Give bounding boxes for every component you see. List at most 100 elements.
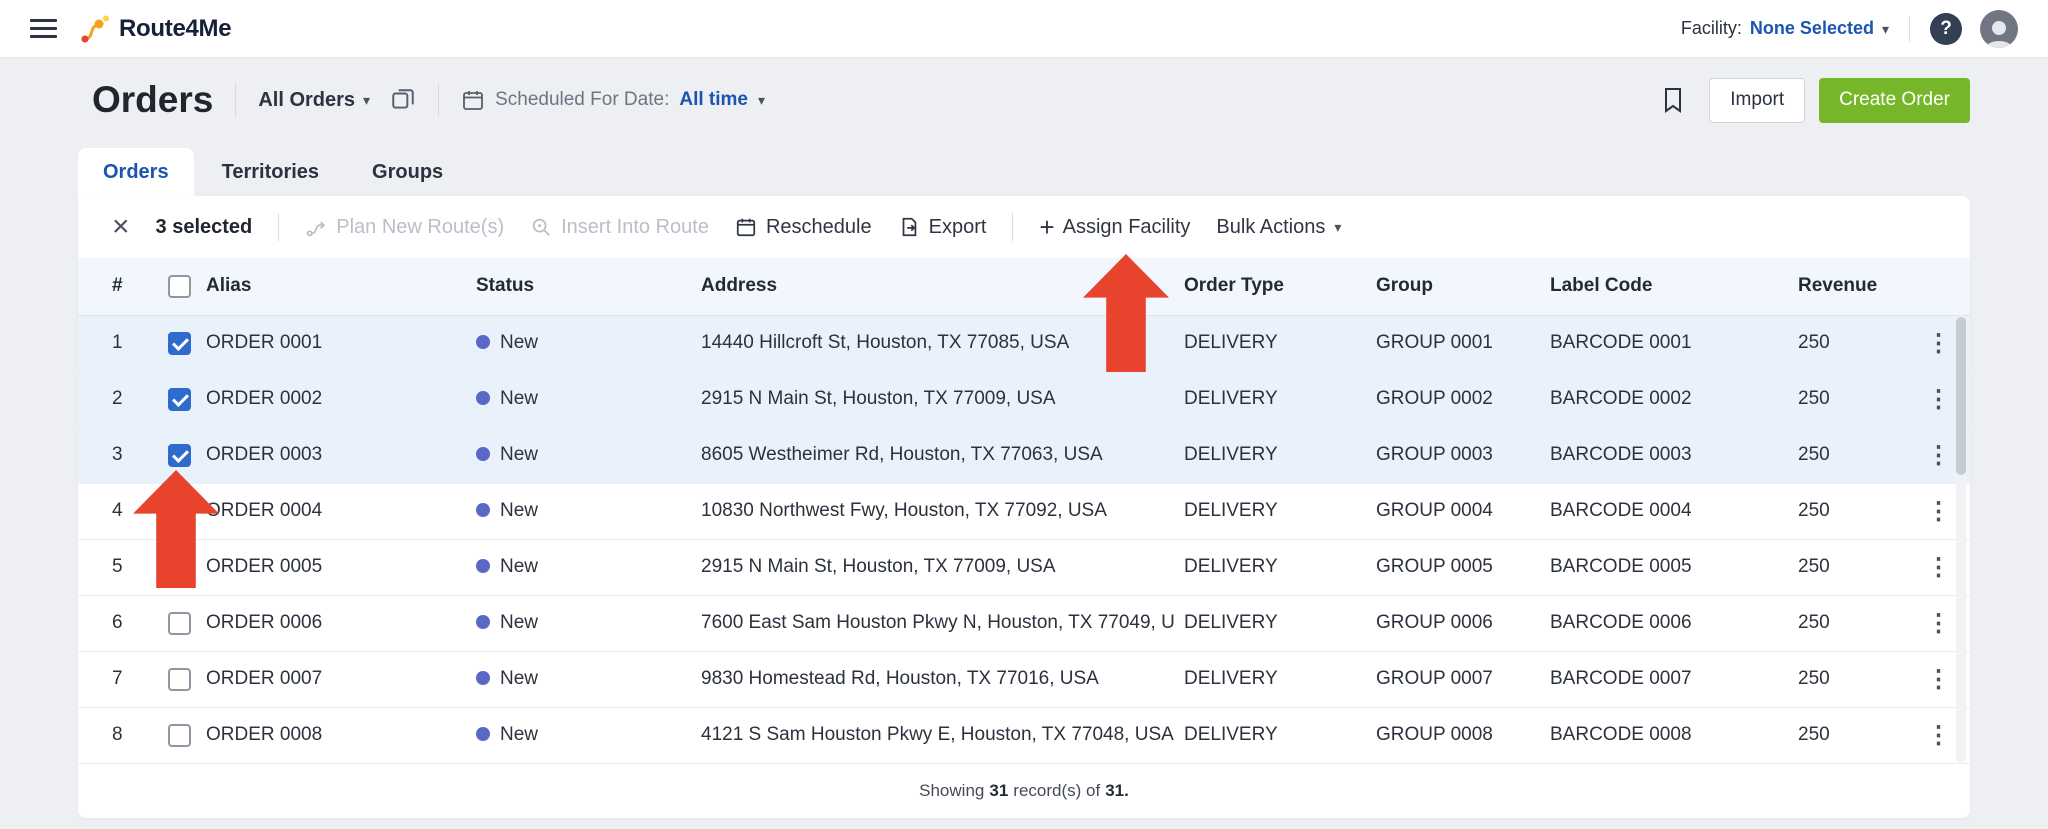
row-checkbox[interactable] <box>167 667 191 691</box>
reschedule-button[interactable]: Reschedule <box>735 216 872 239</box>
order-type-cell: DELIVERY <box>1184 724 1278 745</box>
table-row[interactable]: 3 ORDER 0003 New 8605 Westheimer Rd, Housto… <box>78 427 1970 483</box>
topbar-divider <box>1909 15 1910 42</box>
status-cell: New <box>468 651 693 707</box>
scheduled-date-label: Scheduled For Date: <box>495 89 670 110</box>
row-checkbox[interactable] <box>167 723 191 747</box>
col-address: Address <box>693 258 1176 316</box>
brand-logo[interactable]: Route4Me <box>79 13 232 45</box>
menu-icon[interactable] <box>30 19 57 38</box>
status-cell: New <box>468 315 693 371</box>
label-code-cell: BARCODE 0003 <box>1550 444 1692 465</box>
status-cell: New <box>468 595 693 651</box>
group-cell: GROUP 0008 <box>1376 724 1493 745</box>
route-icon <box>306 221 326 237</box>
page-title: Orders <box>92 79 214 120</box>
group-cell: GROUP 0007 <box>1376 668 1493 689</box>
export-button[interactable]: Export <box>898 216 986 239</box>
create-order-button[interactable]: Create Order <box>1819 77 1970 123</box>
row-number: 7 <box>112 668 123 689</box>
orders-table: # Alias Status Address Order Type Group … <box>78 258 1970 764</box>
facility-selector[interactable]: Facility: None Selected ▾ <box>1681 18 1889 39</box>
label-code-cell: BARCODE 0002 <box>1550 388 1692 409</box>
col-label-code: Label Code <box>1542 258 1790 316</box>
facility-label: Facility: <box>1680 18 1742 38</box>
group-cell: GROUP 0004 <box>1376 500 1493 521</box>
row-checkbox[interactable] <box>167 611 191 635</box>
col-group: Group <box>1368 258 1542 316</box>
table-row[interactable]: 4 ORDER 0004 New 10830 Northwest Fwy, Houst… <box>78 483 1970 539</box>
status-cell: New <box>468 371 693 427</box>
scrollbar-thumb[interactable] <box>1956 317 1966 475</box>
status-cell: New <box>468 539 693 595</box>
group-cell: GROUP 0006 <box>1376 612 1493 633</box>
columns-settings-icon[interactable] <box>390 87 416 113</box>
order-type-cell: DELIVERY <box>1184 612 1278 633</box>
table-row[interactable]: 5 ORDER 0005 New 2915 N Main St, Houston, T… <box>78 539 1970 595</box>
row-menu-icon[interactable]: ⋮ <box>1927 610 1952 637</box>
row-number: 8 <box>112 724 123 745</box>
table-row[interactable]: 2 ORDER 0002 New 2915 N Main St, Houston, T… <box>78 371 1970 427</box>
group-cell: GROUP 0002 <box>1376 388 1493 409</box>
chevron-down-icon: ▾ <box>1334 219 1342 235</box>
scheduled-date-filter[interactable]: Scheduled For Date: All time ▾ <box>461 88 765 112</box>
avatar[interactable] <box>1980 9 2018 48</box>
row-menu-icon[interactable]: ⋮ <box>1927 386 1952 413</box>
alias-cell: ORDER 0002 <box>206 388 323 409</box>
row-menu-icon[interactable]: ⋮ <box>1927 554 1952 581</box>
tab-territories[interactable]: Territories <box>197 148 344 196</box>
chevron-down-icon: ▾ <box>757 92 765 108</box>
table-row[interactable]: 6 ORDER 0006 New 7600 East Sam Houston Pkwy… <box>78 595 1970 651</box>
col-revenue: Revenue <box>1790 258 1908 316</box>
insert-into-route-button[interactable]: Insert Into Route <box>530 216 709 239</box>
row-number: 1 <box>112 332 123 353</box>
revenue-cell: 250 <box>1798 668 1830 689</box>
table-row[interactable]: 7 ORDER 0007 New 9830 Homestead Rd, Houston… <box>78 651 1970 707</box>
label-code-cell: BARCODE 0007 <box>1550 668 1692 689</box>
col-number: # <box>78 258 160 316</box>
chevron-down-icon: ▾ <box>1881 20 1889 37</box>
revenue-cell: 250 <box>1798 612 1830 633</box>
row-menu-icon[interactable]: ⋮ <box>1927 666 1952 693</box>
row-checkbox[interactable] <box>167 387 191 411</box>
orders-card: × 3 selected Plan New Route(s) Insert In… <box>78 196 1970 818</box>
plan-new-routes-button[interactable]: Plan New Route(s) <box>305 216 504 239</box>
alias-cell: ORDER 0001 <box>206 332 323 353</box>
help-icon[interactable]: ? <box>1930 12 1962 45</box>
row-checkbox[interactable] <box>167 443 191 467</box>
label-code-cell: BARCODE 0008 <box>1550 724 1692 745</box>
selected-count: 3 selected <box>155 215 253 238</box>
export-icon <box>902 217 916 237</box>
facility-value: None Selected <box>1749 18 1874 38</box>
revenue-cell: 250 <box>1798 724 1830 745</box>
calendar-icon <box>461 88 485 112</box>
insert-route-icon <box>532 218 550 236</box>
row-number: 5 <box>112 556 123 577</box>
row-menu-icon[interactable]: ⋮ <box>1927 330 1952 357</box>
assign-facility-button[interactable]: + Assign Facility <box>1039 214 1190 240</box>
tab-groups[interactable]: Groups <box>347 148 468 196</box>
select-all-checkbox[interactable] <box>167 274 191 298</box>
row-number: 4 <box>112 500 123 521</box>
clear-selection-icon[interactable]: × <box>112 212 130 242</box>
order-type-cell: DELIVERY <box>1184 388 1278 409</box>
row-menu-icon[interactable]: ⋮ <box>1927 498 1952 525</box>
table-header-row: # Alias Status Address Order Type Group … <box>78 258 1970 316</box>
alias-cell: ORDER 0005 <box>206 556 323 577</box>
tab-orders[interactable]: Orders <box>78 148 194 196</box>
order-type-cell: DELIVERY <box>1184 332 1278 353</box>
row-menu-icon[interactable]: ⋮ <box>1927 722 1952 749</box>
order-type-cell: DELIVERY <box>1184 556 1278 577</box>
row-checkbox[interactable] <box>167 499 191 523</box>
row-checkbox[interactable] <box>167 331 191 355</box>
table-row[interactable]: 1 ORDER 0001 New 14440 Hillcroft St, Housto… <box>78 315 1970 371</box>
import-button[interactable]: Import <box>1709 77 1806 123</box>
table-row[interactable]: 8 ORDER 0008 New 4121 S Sam Houston Pkwy E,… <box>78 707 1970 763</box>
row-checkbox[interactable] <box>167 555 191 579</box>
scheduled-date-value: All time <box>679 89 748 110</box>
orders-filter-dropdown[interactable]: All Orders ▾ <box>258 89 370 112</box>
bookmark-icon[interactable] <box>1661 87 1685 113</box>
group-cell: GROUP 0005 <box>1376 556 1493 577</box>
row-menu-icon[interactable]: ⋮ <box>1927 442 1952 469</box>
bulk-actions-dropdown[interactable]: Bulk Actions ▾ <box>1216 216 1341 239</box>
